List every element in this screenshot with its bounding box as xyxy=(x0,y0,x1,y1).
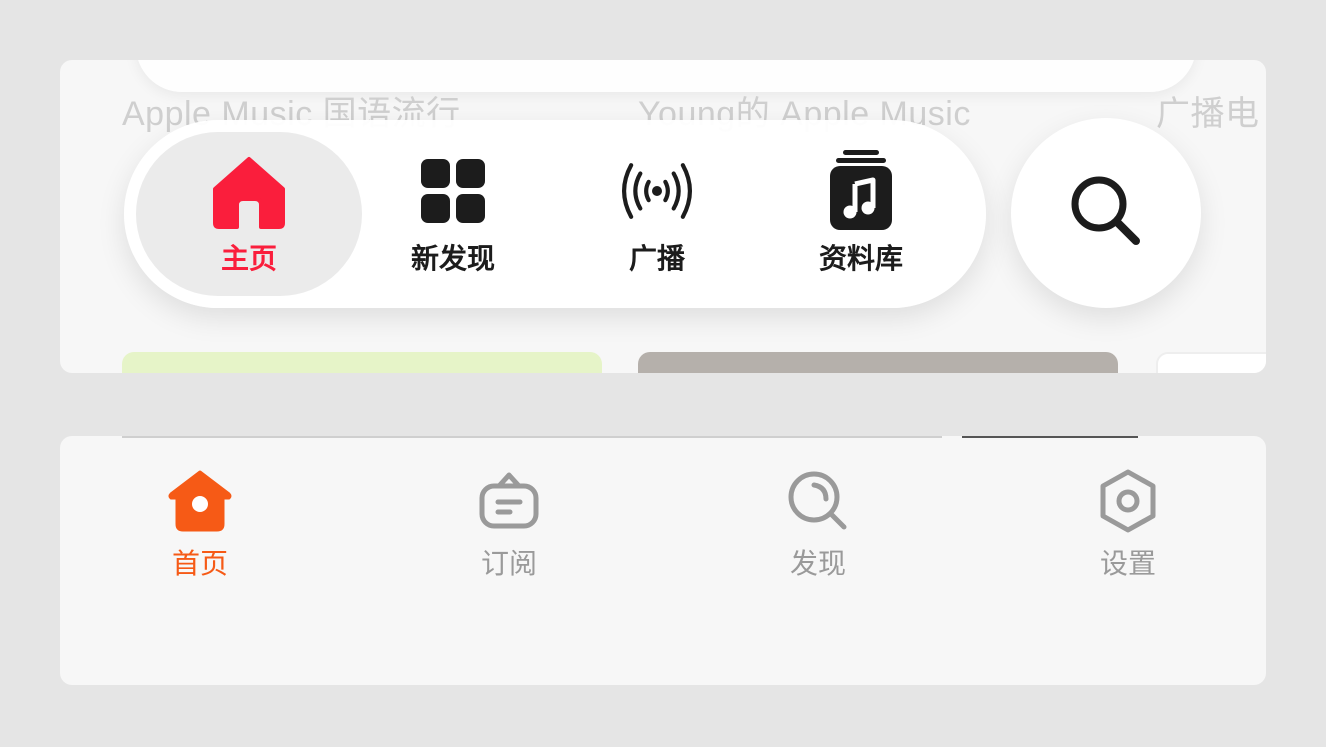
tab-radio[interactable]: 广播 xyxy=(544,132,770,296)
search-icon xyxy=(1068,173,1144,253)
tab-home-label: 主页 xyxy=(220,242,277,275)
apple-music-tabbar-preview: Apple Music 国语流行 Young的 Apple Music 广播电 … xyxy=(60,60,1266,373)
tab-settings[interactable]: 设置 xyxy=(1038,466,1218,582)
settings-icon xyxy=(1093,466,1163,536)
tab-library[interactable]: 资料库 xyxy=(748,132,974,296)
grid-icon xyxy=(413,151,493,231)
tab-home-label: 首页 xyxy=(171,547,228,580)
tab-subscription-label: 订阅 xyxy=(480,547,537,580)
tab-home[interactable]: 首页 xyxy=(110,466,290,582)
tab-home[interactable]: 主页 xyxy=(136,132,362,296)
background-strip xyxy=(122,436,942,438)
tab-radio-label: 广播 xyxy=(628,242,685,275)
background-tile-white xyxy=(1156,352,1266,373)
discover-icon xyxy=(783,466,853,536)
background-tile-photo xyxy=(638,352,1118,373)
tab-new[interactable]: 新发现 xyxy=(340,132,566,296)
tab-settings-label: 设置 xyxy=(1099,547,1156,580)
broadcast-icon xyxy=(617,151,697,231)
home-icon xyxy=(165,466,235,536)
tab-discover-label: 发现 xyxy=(789,547,846,580)
search-button[interactable] xyxy=(1011,118,1201,308)
background-tile-green xyxy=(122,352,602,373)
tab-new-label: 新发现 xyxy=(410,242,495,275)
background-strip-dark xyxy=(962,436,1138,438)
tab-discover[interactable]: 发现 xyxy=(728,466,908,582)
tab-bar: 主页 新发现 广播 资料库 xyxy=(124,120,986,308)
music-library-icon xyxy=(821,150,901,231)
subscription-icon xyxy=(474,466,544,536)
podcast-tabbar-preview: 首页 订阅 发现 设置 xyxy=(60,436,1266,685)
house-icon xyxy=(209,151,289,231)
tab-subscription[interactable]: 订阅 xyxy=(419,466,599,582)
background-text-right: 广播电 xyxy=(1156,95,1260,133)
tab-library-label: 资料库 xyxy=(818,242,903,275)
